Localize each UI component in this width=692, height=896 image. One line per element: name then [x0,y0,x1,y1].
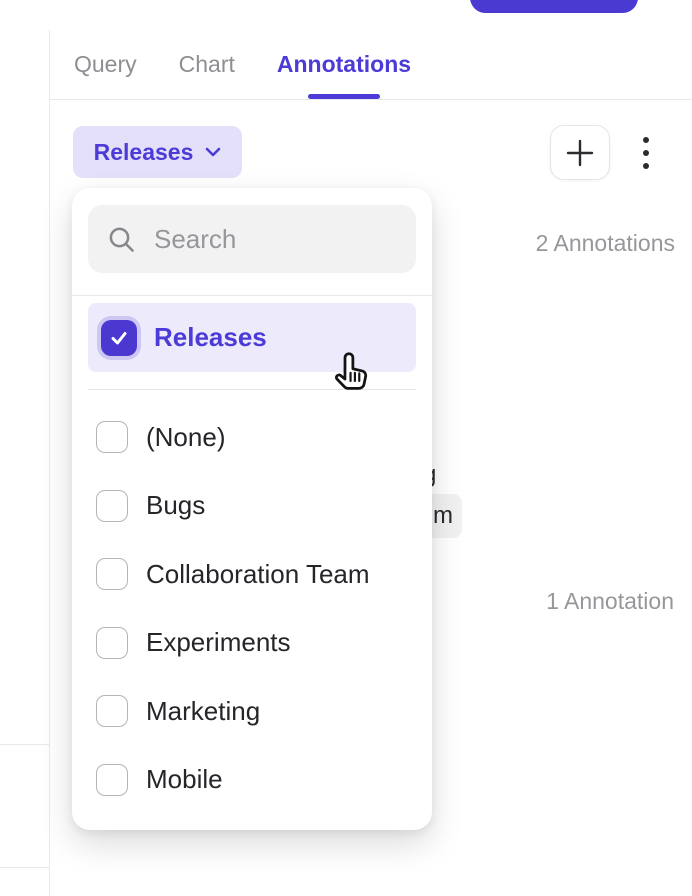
annotation-group-count: 1 Annotation [546,588,674,615]
dropdown-option-experiments[interactable]: Experiments [88,609,416,678]
checkbox-unchecked-icon[interactable] [96,421,128,453]
releases-dropdown-menu: Releases (None) Bugs Collaboration Team … [72,188,432,830]
dropdown-option-label: Experiments [146,627,291,658]
annotations-screen: Query Chart Annotations Releases 2 Annot… [0,0,692,896]
plus-icon [564,137,596,169]
dropdown-option-none[interactable]: (None) [88,403,416,472]
dropdown-option-label: Marketing [146,696,260,727]
checkbox-unchecked-icon[interactable] [96,558,128,590]
tab-query[interactable]: Query [74,30,137,99]
dropdown-option-label: Mobile [146,764,223,795]
checkbox-checked-icon[interactable] [101,320,137,356]
checkbox-unchecked-icon[interactable] [96,764,128,796]
kebab-icon [643,163,649,169]
dropdown-option-label: Collaboration Team [146,559,370,590]
sidebar-divider [0,744,49,745]
dropdown-option-marketing[interactable]: Marketing [88,677,416,746]
dropdown-option-mobile[interactable]: Mobile [88,746,416,815]
chevron-down-icon [205,147,221,157]
dropdown-option-releases-selected[interactable]: Releases [88,303,416,372]
checkbox-unchecked-icon[interactable] [96,490,128,522]
dropdown-option-label: Bugs [146,490,205,521]
dropdown-option-bugs[interactable]: Bugs [88,472,416,541]
kebab-icon [643,137,649,143]
dropdown-divider [88,389,416,390]
annotation-group-count: 2 Annotations [536,230,675,257]
dropdown-option-label: (None) [146,422,225,453]
add-annotation-button[interactable] [550,125,610,180]
filter-button-label: Releases [94,139,194,166]
search-icon [108,226,135,253]
primary-action-button[interactable] [470,0,638,13]
checkbox-unchecked-icon[interactable] [96,627,128,659]
releases-filter-button[interactable]: Releases [73,126,242,178]
dropdown-divider [72,295,432,296]
tab-chart[interactable]: Chart [179,30,235,99]
sidebar-divider [0,867,49,868]
checkbox-unchecked-icon[interactable] [96,695,128,727]
dropdown-option-label: Releases [154,322,267,353]
kebab-icon [643,150,649,156]
search-input[interactable] [154,224,384,255]
dropdown-options-list: (None) Bugs Collaboration Team Experimen… [88,403,416,814]
more-options-button[interactable] [639,137,653,169]
dropdown-option-collaboration-team[interactable]: Collaboration Team [88,540,416,609]
tab-annotations[interactable]: Annotations [277,30,411,99]
dropdown-search[interactable] [88,205,416,273]
left-sidebar [0,30,50,896]
tab-bar: Query Chart Annotations [50,30,692,100]
